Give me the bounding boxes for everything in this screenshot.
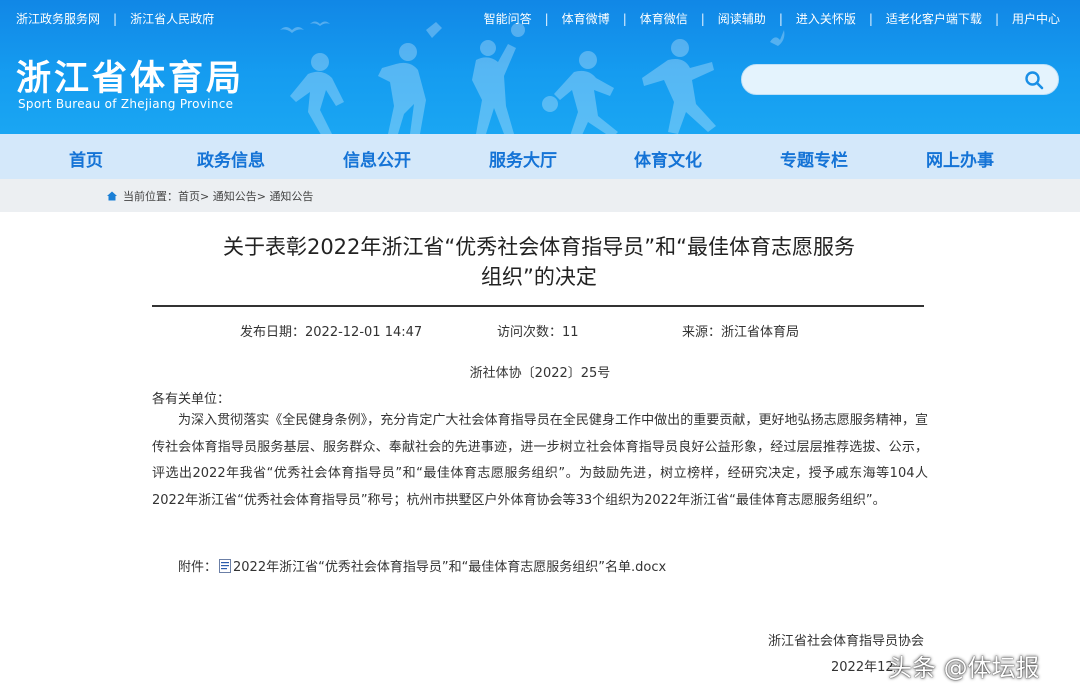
search-input[interactable] xyxy=(756,70,1016,90)
site-title: 浙江省体育局 xyxy=(16,58,245,99)
divider: | xyxy=(113,11,118,26)
title-divider xyxy=(152,305,924,307)
nav-info-disclosure[interactable]: 信息公开 xyxy=(343,146,411,171)
search-icon[interactable] xyxy=(1024,70,1044,90)
document-number: 浙社体协〔2022〕25号 xyxy=(469,366,611,381)
attachment-label: 附件： xyxy=(178,560,218,575)
top-link-zj-gov[interactable]: 浙江省人民政府 xyxy=(130,10,214,27)
breadcrumb-separator: > xyxy=(200,189,210,203)
nav-sports-culture[interactable]: 体育文化 xyxy=(634,146,702,171)
breadcrumb-prefix: 当前位置： xyxy=(123,190,178,203)
breadcrumb-notices[interactable]: 通知公告 xyxy=(213,188,257,204)
issuer: 浙江省社会体育指导员协会 xyxy=(767,634,924,649)
site-subtitle: Sport Bureau of Zhejiang Province xyxy=(18,97,234,111)
visit-count-value: 11 xyxy=(562,325,579,340)
breadcrumb: 当前位置： 首页 > 通知公告 > 通知公告 xyxy=(106,188,313,204)
attachment: 附件： 2022年浙江省“优秀社会体育指导员”和“最佳体育志愿服务组织”名单.d… xyxy=(178,556,666,575)
nav-special-topics[interactable]: 专题专栏 xyxy=(780,146,848,171)
main-nav: 首页 政务信息 信息公开 服务大厅 体育文化 专题专栏 网上办事 xyxy=(0,134,1080,179)
breadcrumb-current[interactable]: 通知公告 xyxy=(269,188,313,204)
top-link-zjzwfw[interactable]: 浙江政务服务网 xyxy=(16,10,100,27)
divider: | xyxy=(868,11,873,26)
article-title-line: 组织”的决定 xyxy=(481,265,597,289)
top-link-user-center[interactable]: 用户中心 xyxy=(1012,10,1060,27)
nav-gov-info[interactable]: 政务信息 xyxy=(197,146,265,171)
article-body: 为深入贯彻落实《全民健身条例》，充分肯定广大社会体育指导员在全民健身工作中做出的… xyxy=(152,413,928,508)
nav-home[interactable]: 首页 xyxy=(69,146,103,171)
article-title: 关于表彰2022年浙江省“优秀社会体育指导员”和“最佳体育志愿服务 组织”的决定 xyxy=(150,232,928,292)
visit-count: 访问次数：11 xyxy=(497,321,579,340)
top-link-elder-app[interactable]: 适老化客户端下载 xyxy=(886,10,982,27)
article-title-line: 关于表彰2022年浙江省“优秀社会体育指导员”和“最佳体育志愿服务 xyxy=(222,235,856,259)
home-icon xyxy=(107,191,117,201)
publish-date: 发布日期：2022-12-01 14:47 xyxy=(240,321,422,340)
breadcrumb-bar: 当前位置： 首页 > 通知公告 > 通知公告 xyxy=(0,179,1080,212)
divider: | xyxy=(994,11,999,26)
nav-service-hall[interactable]: 服务大厅 xyxy=(489,146,557,171)
publish-date-label: 发布日期： xyxy=(240,325,306,340)
athlete-silhouettes-decoration xyxy=(280,21,785,134)
issue-date: 2022年12月1日 xyxy=(831,660,895,675)
attachment-link[interactable]: 2022年浙江省“优秀社会体育指导员”和“最佳体育志愿服务组织”名单.docx xyxy=(233,556,666,575)
visit-count-label: 访问次数： xyxy=(497,325,563,340)
article-source: 来源：浙江省体育局 xyxy=(682,321,799,340)
source-value: 浙江省体育局 xyxy=(721,325,800,340)
breadcrumb-home[interactable]: 首页 xyxy=(178,188,200,204)
source-label: 来源： xyxy=(682,325,722,340)
source-watermark: 头条 @体坛报 xyxy=(888,654,1040,682)
publish-date-value: 2022-12-01 14:47 xyxy=(305,325,423,340)
salutation: 各有关单位： xyxy=(152,392,231,407)
search-box xyxy=(741,64,1059,95)
site-header: 浙江政务服务网 | 浙江省人民政府 智能问答 | 体育微博 | 体育微信 | 阅… xyxy=(0,0,1080,134)
word-document-icon xyxy=(219,558,232,573)
breadcrumb-separator: > xyxy=(256,189,266,203)
nav-online-services[interactable]: 网上办事 xyxy=(926,146,994,171)
